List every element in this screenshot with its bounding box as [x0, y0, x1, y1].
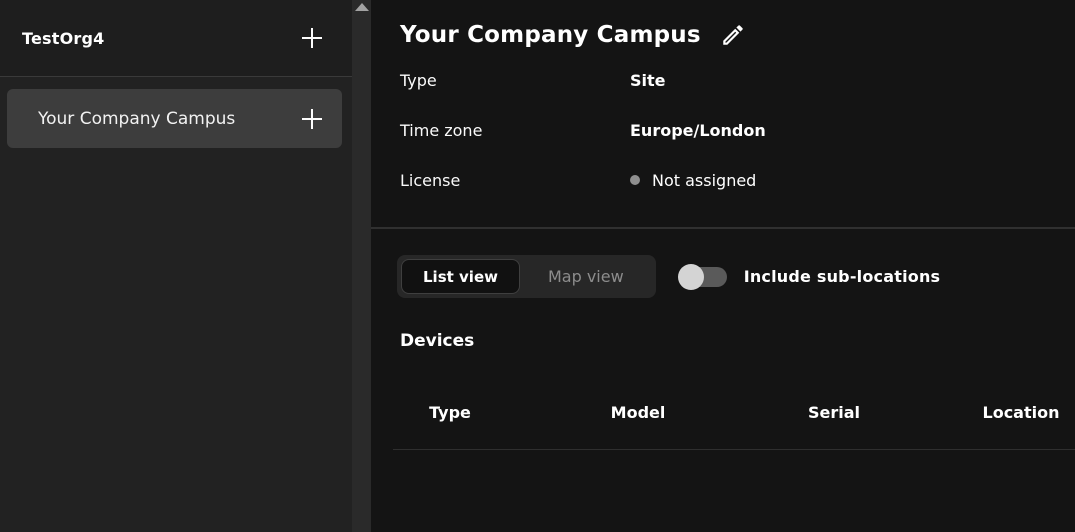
property-value: Site: [630, 70, 666, 90]
view-controls-row: List view Map view Include sub-locations: [397, 255, 940, 298]
properties-list: Type Site Time zone Europe/London Licens…: [400, 55, 766, 205]
include-sublocations-toggle[interactable]: [677, 263, 727, 290]
include-sublocations-label: Include sub-locations: [743, 267, 941, 286]
property-label: Type: [400, 70, 437, 90]
property-value: Europe/London: [630, 120, 766, 140]
plus-icon[interactable]: [302, 108, 322, 129]
page-title: Your Company Campus: [400, 22, 701, 48]
sidebar-item-your-company-campus[interactable]: Your Company Campus: [7, 89, 342, 148]
property-value: Not assigned: [630, 171, 756, 190]
column-header-type[interactable]: Type: [429, 400, 471, 426]
title-row: Your Company Campus: [400, 22, 746, 48]
section-divider: [371, 227, 1075, 229]
status-dot-icon: [630, 175, 640, 185]
view-switch: List view Map view: [397, 255, 656, 298]
column-header-model[interactable]: Model: [611, 400, 666, 426]
triangle-up-icon: [354, 3, 369, 11]
pencil-icon[interactable]: [720, 22, 746, 48]
column-header-location[interactable]: Location: [983, 400, 1060, 426]
devices-heading: Devices: [400, 331, 475, 351]
table-header-divider: [393, 449, 1075, 450]
sidebar-item-label: Your Company Campus: [38, 108, 236, 129]
toggle-knob: [677, 263, 704, 290]
org-header: TestOrg4: [0, 0, 352, 77]
org-name: TestOrg4: [22, 28, 105, 48]
location-detail-panel: Your Company Campus Type Site Time zone …: [371, 0, 1075, 532]
column-header-serial[interactable]: Serial: [808, 400, 860, 426]
map-view-button[interactable]: Map view: [520, 259, 652, 294]
property-label: Time zone: [400, 120, 483, 140]
property-row-license: License Not assigned: [400, 155, 766, 205]
property-label: License: [400, 170, 461, 190]
devices-table-header: Type Model Serial Location: [371, 400, 1075, 426]
license-status-text: Not assigned: [652, 170, 757, 190]
scroll-up-button[interactable]: [352, 0, 371, 16]
plus-icon[interactable]: [302, 28, 322, 48]
property-row-type: Type Site: [400, 55, 766, 105]
property-row-timezone: Time zone Europe/London: [400, 105, 766, 155]
locations-sidebar: TestOrg4 Your Company Campus: [0, 0, 352, 532]
sidebar-scrollbar[interactable]: [352, 0, 371, 532]
list-view-button[interactable]: List view: [401, 259, 520, 294]
